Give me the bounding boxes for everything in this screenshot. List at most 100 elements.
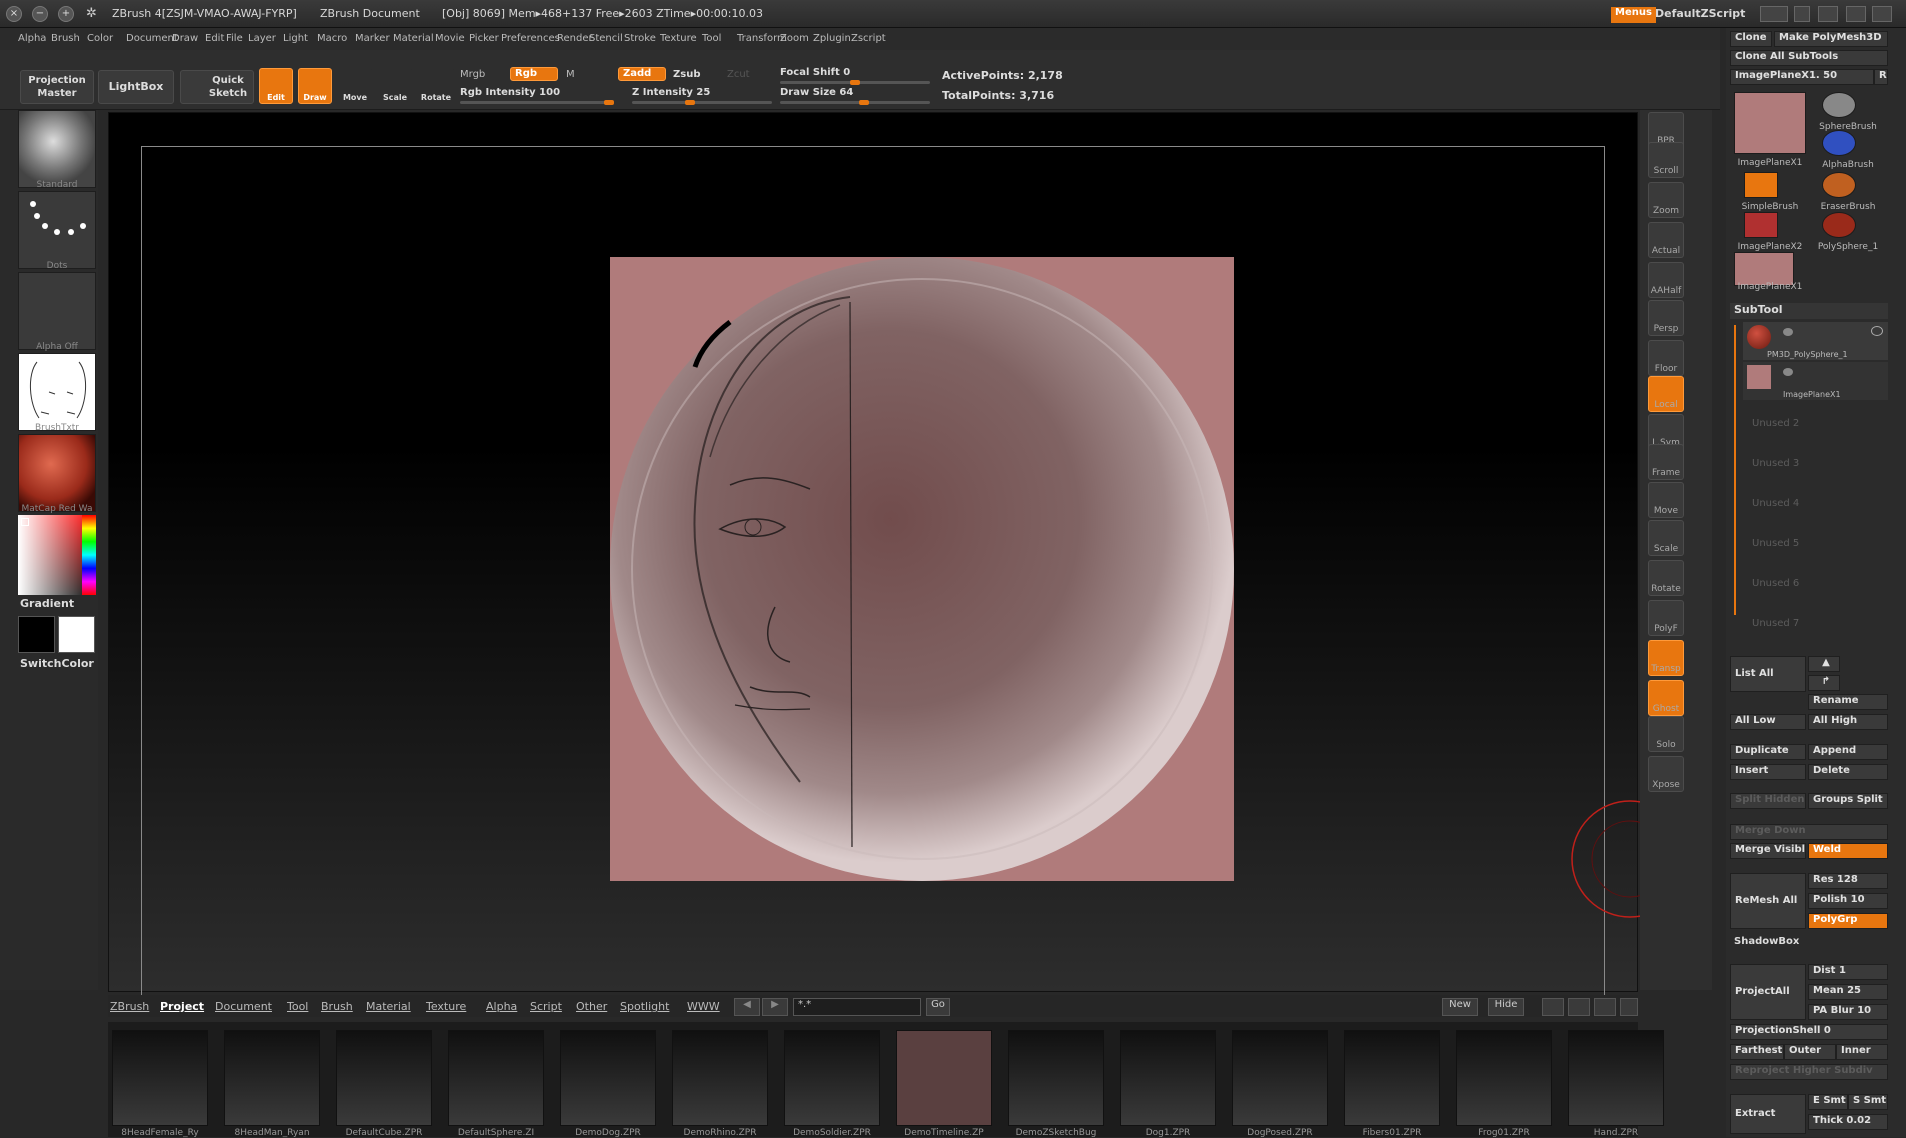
tab-script[interactable]: Script	[530, 1000, 562, 1013]
lightbox-thumbnail[interactable]	[1456, 1030, 1552, 1126]
menu-render[interactable]: Render	[557, 33, 593, 44]
dist-slider[interactable]: Dist 1	[1808, 964, 1888, 980]
unused-slot[interactable]: Unused 5	[1748, 538, 1799, 549]
rename-button[interactable]: Rename	[1808, 694, 1888, 710]
window-icon[interactable]	[1846, 6, 1866, 22]
unused-slot[interactable]: Unused 7	[1748, 618, 1799, 629]
split-hidden-button[interactable]: Split Hidden	[1730, 793, 1806, 809]
menu-tool[interactable]: Tool	[702, 33, 721, 44]
menu-macro[interactable]: Macro	[317, 33, 347, 44]
menu-zscript[interactable]: Zscript	[851, 33, 886, 44]
maximize-icon[interactable]: +	[58, 6, 74, 22]
groups-split-button[interactable]: Groups Split	[1808, 793, 1888, 809]
lightbox-thumbnail[interactable]	[1008, 1030, 1104, 1126]
lightbox-thumbnail[interactable]	[1232, 1030, 1328, 1126]
stroke-thumbnail[interactable]	[18, 191, 96, 269]
lightbox-thumbnail[interactable]	[1568, 1030, 1664, 1126]
m-button[interactable]: M	[566, 69, 575, 80]
unused-slot[interactable]: Unused 2	[1748, 418, 1799, 429]
arrow-up-icon[interactable]: ▲	[1808, 656, 1840, 672]
move-button[interactable]: Move	[338, 68, 372, 104]
menu-stroke[interactable]: Stroke	[624, 33, 656, 44]
imageplane-slider[interactable]: ImagePlaneX1. 50	[1730, 69, 1874, 85]
subtool-item-imageplane[interactable]: ImagePlaneX1	[1743, 362, 1888, 400]
duplicate-button[interactable]: Duplicate	[1730, 744, 1806, 760]
menu-stencil[interactable]: Stencil	[589, 33, 623, 44]
tab-texture[interactable]: Texture	[426, 1000, 466, 1013]
lightbox-thumbnail[interactable]	[896, 1030, 992, 1126]
view-small-icon[interactable]	[1542, 998, 1564, 1016]
lightbox-thumbnail[interactable]	[784, 1030, 880, 1126]
z-intensity-slider[interactable]	[632, 100, 772, 105]
zsub-button[interactable]: Zsub	[673, 69, 700, 80]
list-all-button[interactable]: List All	[1730, 656, 1806, 692]
tab-material[interactable]: Material	[366, 1000, 411, 1013]
polish-slider[interactable]: Polish 10	[1808, 893, 1888, 909]
all-high-button[interactable]: All High	[1808, 714, 1888, 730]
lightbox-button[interactable]: LightBox	[98, 70, 174, 104]
clone-all-subtools-button[interactable]: Clone All SubTools	[1730, 50, 1888, 66]
rgb-intensity-knob[interactable]	[604, 100, 614, 105]
primary-color-swatch[interactable]	[18, 616, 55, 653]
menu-marker[interactable]: Marker	[355, 33, 390, 44]
view-medium-icon[interactable]	[1568, 998, 1590, 1016]
tool-thumb[interactable]	[1744, 212, 1778, 238]
weld-button[interactable]: Weld	[1808, 843, 1888, 859]
tool-thumb[interactable]	[1822, 92, 1856, 118]
menu-texture[interactable]: Texture	[660, 33, 697, 44]
tool-thumb[interactable]	[1822, 130, 1856, 156]
switch-color-button[interactable]: SwitchColor	[20, 657, 94, 670]
visibility-icon[interactable]	[1783, 328, 1793, 336]
pa-blur-slider[interactable]: PA Blur 10	[1808, 1004, 1888, 1020]
tab-spotlight[interactable]: Spotlight	[620, 1000, 669, 1013]
res-slider[interactable]: Res 128	[1808, 873, 1888, 889]
append-button[interactable]: Append	[1808, 744, 1888, 760]
menu-material[interactable]: Material	[393, 33, 434, 44]
arrow-left-icon[interactable]: ◀	[734, 998, 760, 1016]
lightbox-thumbnail[interactable]	[336, 1030, 432, 1126]
subtool-item-polysphere[interactable]: PM3D_PolySphere_1	[1743, 322, 1888, 360]
extract-button[interactable]: Extract	[1730, 1094, 1806, 1134]
tool-thumb[interactable]	[1822, 172, 1856, 198]
reproject-button[interactable]: Reproject Higher Subdiv	[1730, 1064, 1888, 1080]
polygrp-button[interactable]: PolyGrp	[1808, 913, 1888, 929]
outer-button[interactable]: Outer	[1784, 1044, 1836, 1060]
color-cursor[interactable]	[21, 518, 29, 526]
menu-zoom[interactable]: Zoom	[780, 33, 809, 44]
polysphere-model[interactable]	[610, 257, 1234, 881]
lightbox-thumbnail[interactable]	[448, 1030, 544, 1126]
shadowbox-button[interactable]: ShadowBox	[1734, 936, 1799, 947]
draw-button[interactable]: Draw	[298, 68, 332, 104]
restore-icon[interactable]	[1818, 6, 1838, 22]
mrgb-button[interactable]: Mrgb	[460, 69, 485, 80]
tab-zbrush[interactable]: ZBrush	[110, 1000, 149, 1013]
tool-thumb[interactable]	[1822, 212, 1856, 238]
alpha-thumbnail[interactable]	[18, 272, 96, 350]
layout-toggle-icon[interactable]	[1760, 6, 1788, 22]
view-list-icon[interactable]	[1594, 998, 1616, 1016]
menus-button[interactable]: Menus	[1611, 7, 1656, 23]
menu-color[interactable]: Color	[87, 33, 113, 44]
scale-button[interactable]: Scale	[378, 68, 412, 104]
insert-button[interactable]: Insert	[1730, 764, 1806, 780]
menu-document[interactable]: Document	[126, 33, 178, 44]
tab-tool[interactable]: Tool	[287, 1000, 308, 1013]
menu-movie[interactable]: Movie	[435, 33, 465, 44]
lightbox-thumbnail[interactable]	[1120, 1030, 1216, 1126]
lightbox-thumbnail[interactable]	[112, 1030, 208, 1126]
subtool-header[interactable]: SubTool	[1730, 303, 1888, 319]
unused-slot[interactable]: Unused 3	[1748, 458, 1799, 469]
menu-zplugin[interactable]: Zplugin	[813, 33, 851, 44]
rgb-button[interactable]: Rgb	[510, 67, 558, 81]
lightbox-search-input[interactable]: *.*	[793, 998, 921, 1016]
tab-project[interactable]: Project	[160, 1000, 204, 1013]
menu-alpha[interactable]: Alpha	[18, 33, 46, 44]
texture-thumbnail[interactable]	[18, 353, 96, 431]
e-smt-slider[interactable]: E Smt	[1808, 1094, 1848, 1110]
hue-strip[interactable]	[82, 515, 96, 595]
hide-button[interactable]: Hide	[1488, 998, 1524, 1016]
unused-slot[interactable]: Unused 6	[1748, 578, 1799, 589]
tool-thumb[interactable]	[1734, 92, 1806, 154]
new-button[interactable]: New	[1442, 998, 1478, 1016]
clone-button[interactable]: Clone	[1730, 31, 1772, 47]
